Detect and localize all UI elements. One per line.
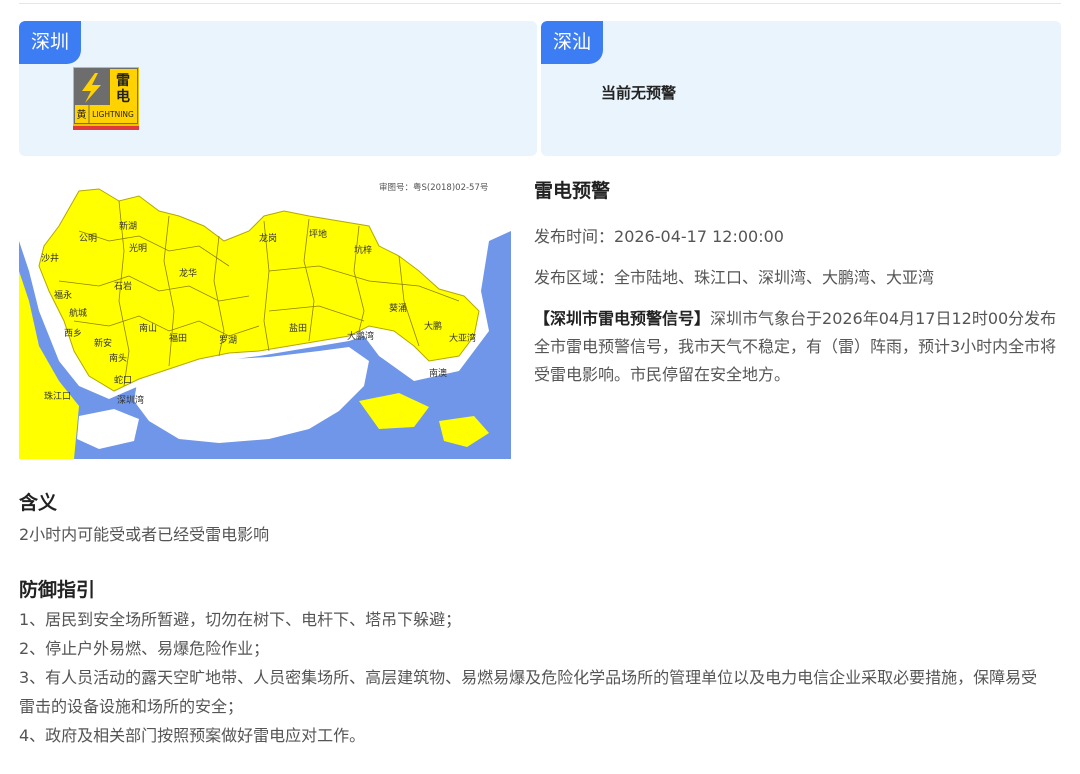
- map-label: 西乡: [64, 328, 82, 339]
- guide-item: 1、居民到安全场所暂避，切勿在树下、电杆下、塔吊下躲避；: [19, 610, 462, 629]
- publish-time-label: 发布时间：: [534, 227, 615, 246]
- signal-selected-indicator: [73, 126, 139, 130]
- signal-char-top: 雷: [116, 72, 130, 89]
- publish-area-value: 全市陆地、珠江口、深圳湾、大鹏湾、大亚湾: [614, 268, 935, 287]
- map-label: 沙井: [41, 252, 59, 264]
- publish-area-label: 发布区域：: [534, 268, 615, 287]
- map-label: 航城: [69, 307, 87, 319]
- guide-item: 3、有人员活动的露天空旷地带、人员密集场所、高层建筑物、易燃易爆及危险化学品场所…: [19, 668, 1038, 716]
- warning-desc-title: 【深圳市雷电预警信号】: [534, 309, 711, 328]
- map-label: 龙岗: [259, 232, 277, 244]
- guide-title: 防御指引: [19, 579, 96, 601]
- meaning-text: 2小时内可能受或者已经受雷电影响: [19, 525, 270, 544]
- map-label: 盐田: [289, 322, 307, 334]
- signal-level: 黄: [77, 108, 87, 121]
- map-label: 公明: [79, 233, 97, 244]
- top-divider: [19, 3, 1061, 4]
- guide-item: 2、停止户外易燃、易爆危险作业；: [19, 639, 270, 658]
- map-label: 深圳湾: [117, 394, 144, 406]
- map-label: 南山: [139, 322, 157, 334]
- map-label: 葵涌: [389, 302, 407, 314]
- map-label: 坑梓: [354, 244, 372, 256]
- warning-details: 雷电预警 发布时间：2026-04-17 12:00:00 发布区域：全市陆地、…: [534, 176, 1064, 389]
- map-label: 珠江口: [44, 390, 71, 402]
- map-label: 大鹏湾: [347, 330, 374, 342]
- map-label: 福永: [54, 289, 72, 301]
- city-tag: 深圳: [19, 21, 82, 64]
- city-card-shenzhen[interactable]: 深圳 雷 电 黄 LIGHTNING: [19, 21, 537, 156]
- warning-description: 【深圳市雷电预警信号】深圳市气象台于2026年04月17日12时00分发布全市雷…: [534, 305, 1064, 389]
- map-label: 新湖: [119, 220, 137, 232]
- warning-title: 雷电预警: [534, 180, 611, 202]
- map-label: 蛇口: [114, 374, 132, 386]
- map-label: 坪地: [309, 228, 327, 240]
- map-label: 龙华: [179, 267, 197, 279]
- map-label: 罗湖: [219, 335, 237, 346]
- map-label: 新安: [94, 337, 112, 349]
- publish-area-row: 发布区域：全市陆地、珠江口、深圳湾、大鹏湾、大亚湾: [534, 264, 1064, 288]
- city-card-shenshan[interactable]: 深汕 当前无预警: [541, 21, 1061, 156]
- guide-list: 1、居民到安全场所暂避，切勿在树下、电杆下、塔吊下躲避； 2、停止户外易燃、易爆…: [19, 605, 1049, 750]
- lightning-warning-yellow-icon[interactable]: 雷 电 黄 LIGHTNING: [73, 67, 139, 131]
- signal-label: LIGHTNING: [92, 110, 134, 119]
- warning-area-map: 审图号：粤S(2018)02-57号 光明 龙岗 坪地 新湖 石岩 龙华 公明 …: [19, 171, 511, 459]
- map-label: 石岩: [114, 280, 132, 292]
- map-label: 大亚湾: [449, 332, 476, 344]
- city-tag: 深汕: [541, 21, 604, 64]
- map-label: 南澳: [429, 367, 447, 379]
- map-label: 福田: [169, 332, 187, 344]
- publish-time-value: 2026-04-17 12:00:00: [614, 227, 784, 246]
- guide-item: 4、政府及相关部门按照预案做好雷电应对工作。: [19, 726, 366, 745]
- publish-time-row: 发布时间：2026-04-17 12:00:00: [534, 223, 1064, 247]
- map-label: 大鹏: [424, 320, 442, 332]
- map-label: 南头: [109, 352, 127, 364]
- signal-char-bottom: 电: [116, 88, 130, 105]
- map-approval-no: 审图号：粤S(2018)02-57号: [379, 182, 488, 193]
- meaning-title: 含义: [19, 492, 58, 514]
- no-warning-text: 当前无预警: [601, 84, 677, 102]
- map-label: 光明: [129, 242, 147, 254]
